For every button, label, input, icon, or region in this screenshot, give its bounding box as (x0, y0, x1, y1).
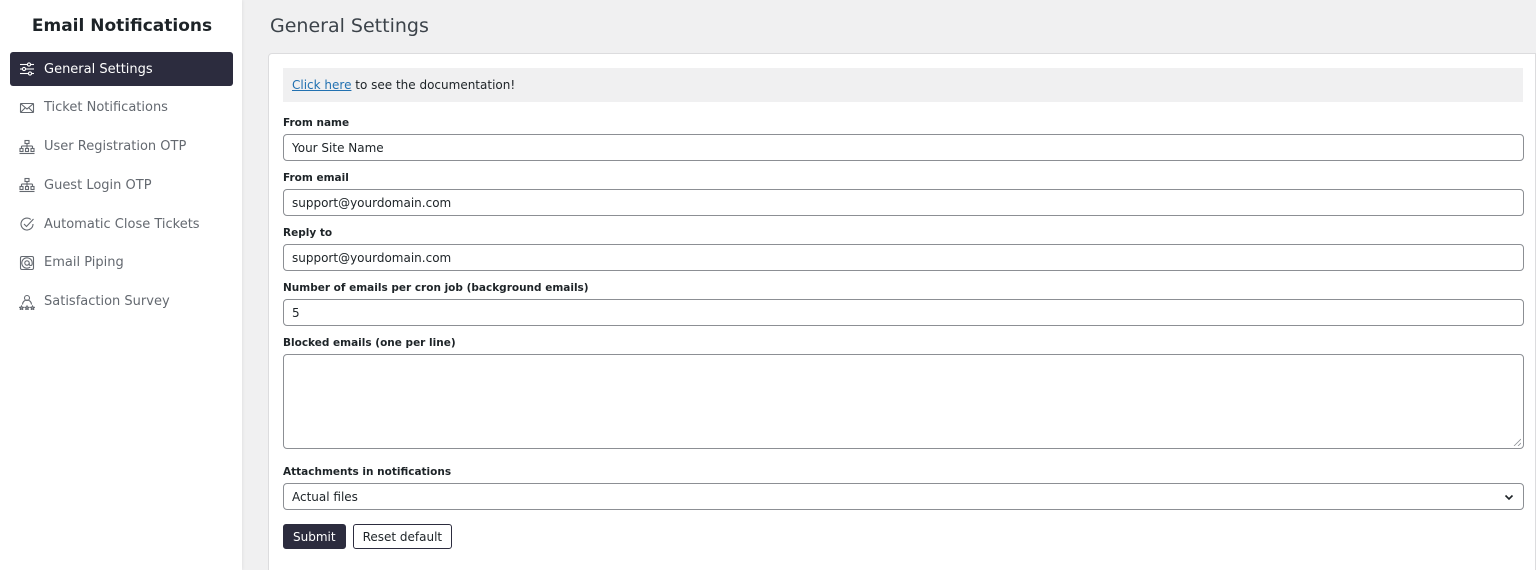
reply-to-input[interactable]: support@yourdomain.com (283, 244, 1524, 271)
sidebar-item-guest-login-otp[interactable]: Guest Login OTP (10, 168, 233, 202)
sliders-icon (18, 60, 36, 78)
emails-per-cron-input[interactable]: 5 (283, 299, 1524, 326)
sidebar-item-label: Automatic Close Tickets (44, 216, 200, 232)
sidebar-item-ticket-notifications[interactable]: Ticket Notifications (10, 91, 233, 125)
form-actions: Submit Reset default (283, 524, 1523, 549)
blocked-emails-textarea[interactable] (283, 354, 1524, 449)
from-email-input[interactable]: support@yourdomain.com (283, 189, 1524, 216)
check-circle-icon (18, 215, 36, 233)
page-title: General Settings (270, 15, 429, 37)
submit-button[interactable]: Submit (283, 524, 346, 549)
emails-per-cron-field-group: Number of emails per cron job (backgroun… (283, 281, 1524, 326)
resize-handle-icon[interactable] (1513, 438, 1521, 446)
sidebar-title: Email Notifications (31, 16, 213, 36)
documentation-link[interactable]: Click here (292, 78, 351, 92)
sidebar-item-label: Ticket Notifications (44, 100, 168, 116)
reset-default-button[interactable]: Reset default (352, 524, 453, 549)
sidebar-item-label: Guest Login OTP (44, 177, 152, 193)
sidebar-item-user-registration-otp[interactable]: User Registration OTP (10, 130, 233, 164)
sidebar-item-email-piping[interactable]: Email Piping (10, 246, 233, 280)
attachments-selected-value: Actual files (292, 489, 358, 504)
documentation-notice-text: to see the documentation! (351, 78, 516, 92)
documentation-notice: Click here to see the documentation! (283, 68, 1523, 102)
sidebar-item-label: Satisfaction Survey (44, 294, 170, 310)
blocked-emails-label: Blocked emails (one per line) (283, 337, 456, 349)
blocked-emails-field-group: Blocked emails (one per line) (283, 336, 1524, 449)
reply-to-label: Reply to (283, 227, 333, 239)
sidebar-item-label: Email Piping (44, 255, 124, 271)
attachments-select[interactable]: Actual files (283, 483, 1524, 510)
emails-per-cron-label: Number of emails per cron job (backgroun… (283, 282, 589, 294)
from-name-input[interactable]: Your Site Name (283, 134, 1524, 161)
from-name-label: From name (283, 117, 350, 129)
at-sign-icon (18, 254, 36, 272)
network-icon (18, 138, 36, 156)
sidebar-item-general-settings[interactable]: General Settings (10, 52, 233, 86)
reply-to-field-group: Reply to support@yourdomain.com (283, 226, 1524, 271)
sidebar-item-satisfaction-survey[interactable]: Satisfaction Survey (10, 285, 233, 319)
settings-card: Click here to see the documentation! Fro… (268, 53, 1536, 570)
attachments-label: Attachments in notifications (283, 466, 452, 478)
sidebar-item-label: User Registration OTP (44, 139, 187, 155)
sidebar-nav: General Settings Ticket Notifications Us… (0, 52, 242, 319)
from-email-field-group: From email support@yourdomain.com (283, 171, 1524, 216)
from-name-field-group: From name Your Site Name (283, 116, 1524, 161)
from-email-label: From email (283, 172, 349, 184)
main-content: General Settings Click here to see the d… (268, 0, 1536, 570)
sidebar-item-label: General Settings (44, 61, 153, 77)
users-star-icon (18, 293, 36, 311)
sidebar-item-automatic-close-tickets[interactable]: Automatic Close Tickets (10, 207, 233, 241)
network-icon (18, 176, 36, 194)
sidebar: Email Notifications General Settings Tic (0, 0, 242, 570)
attachments-field-group: Attachments in notifications Actual file… (283, 465, 1524, 510)
chevron-down-icon (1504, 494, 1514, 500)
envelope-icon (18, 99, 36, 117)
